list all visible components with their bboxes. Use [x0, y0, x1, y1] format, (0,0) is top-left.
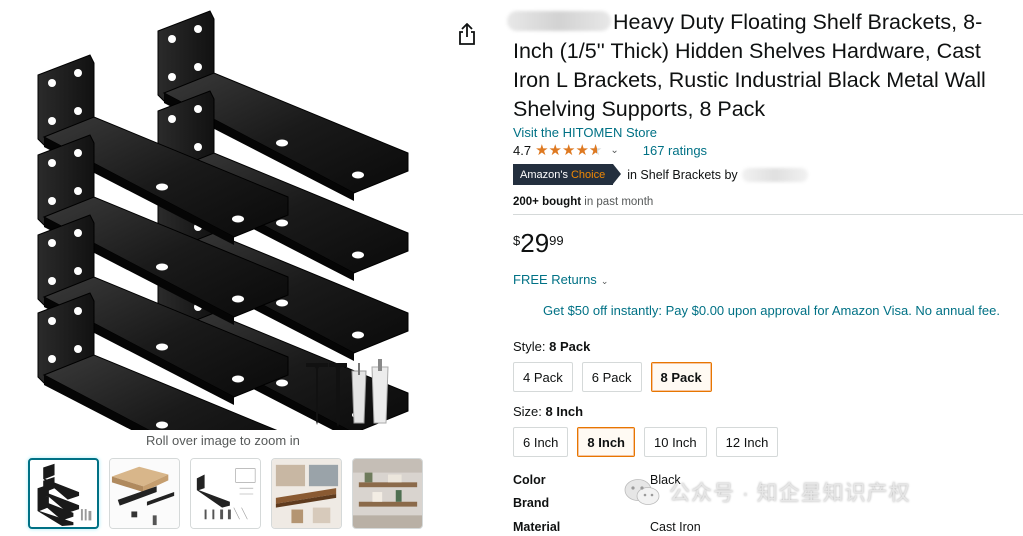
thumbnail-image	[353, 459, 422, 528]
style-label: Style: 8 Pack	[513, 339, 590, 354]
style-option-8-pack[interactable]: 8 Pack	[650, 362, 712, 392]
style-options: 4 Pack 6 Pack 8 Pack	[513, 362, 712, 392]
rating-value: 4.7	[513, 143, 532, 158]
bought-in-past-month: 200+ bought in past month	[513, 196, 653, 208]
ratings-count-link[interactable]: 167 ratings	[643, 143, 707, 158]
thumbnail-image	[191, 459, 260, 528]
size-option-6-inch[interactable]: 6 Inch	[513, 427, 569, 457]
spec-value: Cast Iron	[650, 519, 701, 534]
rating-row: 4.7 ★ ★ ★ ★ ★ ⌄ 167 ratings	[513, 143, 707, 158]
thumbnail-image	[37, 463, 92, 527]
bought-period: in past month	[581, 196, 654, 208]
zoom-hint: Roll over image to zoom in	[146, 433, 300, 448]
amazons-choice-badge: Amazon's Choice	[513, 164, 622, 185]
size-option-12-inch[interactable]: 12 Inch	[715, 427, 779, 457]
free-returns-label: FREE Returns	[513, 272, 597, 287]
thumbnail-room-scene[interactable]	[352, 458, 423, 529]
price: $ 29 99	[513, 228, 564, 258]
star-icon: ★	[535, 142, 549, 159]
star-icon: ★	[548, 142, 562, 159]
brand-name-redacted	[741, 167, 808, 182]
size-option-8-inch[interactable]: 8 Inch	[577, 427, 635, 457]
price-fraction: 99	[549, 233, 564, 248]
price-whole: 29	[520, 228, 550, 258]
half-star-icon: ★	[589, 143, 602, 158]
badge-row: Amazon's Choice in Shelf Brackets by	[513, 164, 808, 185]
star-icon: ★	[561, 142, 576, 159]
star-icon: ★	[575, 142, 589, 159]
thumbnail-brackets-stack[interactable]	[28, 458, 99, 529]
watermark-text: 公众号 · 知企星知识产权	[669, 482, 911, 505]
thumbnail-shelf-scene[interactable]	[271, 458, 342, 529]
badge-label-accent: Choice	[570, 168, 606, 181]
size-label-text: Size:	[513, 404, 546, 419]
style-label-text: Style:	[513, 339, 550, 354]
badge-label: Amazon's	[520, 168, 568, 181]
spec-row-material: Material Cast Iron	[513, 515, 701, 536]
chevron-down-icon: ⌄	[600, 276, 609, 286]
style-selected-value: 8 Pack	[549, 339, 591, 354]
price-symbol: $	[513, 233, 521, 248]
thumbnail-strip	[28, 458, 423, 529]
watermark: 公众号 · 知企星知识产权	[623, 477, 911, 507]
size-option-10-inch[interactable]: 10 Inch	[644, 427, 707, 457]
store-link[interactable]: Visit the HITOMEN Store	[513, 125, 657, 140]
size-label: Size: 8 Inch	[513, 404, 583, 419]
visa-promo-link[interactable]: Get $50 off instantly: Pay $0.00 upon ap…	[543, 303, 1000, 318]
size-selected-value: 8 Inch	[545, 404, 584, 419]
star-rating[interactable]: ★ ★ ★ ★ ★	[535, 143, 602, 158]
spec-key: Material	[513, 519, 561, 534]
size-options: 6 Inch 8 Inch 10 Inch 12 Inch	[513, 427, 779, 457]
free-returns-link[interactable]: FREE Returns ⌄	[513, 272, 608, 287]
thumbnail-image	[272, 459, 341, 528]
chevron-down-icon[interactable]: ⌄	[610, 145, 618, 156]
badge-category-text: in Shelf Brackets by	[627, 167, 738, 182]
brackets-illustration	[37, 10, 409, 484]
divider	[513, 214, 1023, 215]
thumbnail-box-and-shelf[interactable]	[109, 458, 180, 529]
share-icon[interactable]	[456, 22, 478, 46]
main-product-image[interactable]	[30, 5, 430, 484]
thumbnail-installation-diagram[interactable]	[190, 458, 261, 529]
wechat-icon	[624, 479, 660, 505]
style-option-4-pack[interactable]: 4 Pack	[513, 362, 573, 392]
thumbnail-image	[110, 459, 179, 528]
bought-count: 200+ bought	[513, 196, 582, 208]
style-option-6-pack[interactable]: 6 Pack	[581, 362, 642, 392]
product-title: Heavy Duty Floating Shelf Brackets, 8-In…	[513, 10, 986, 121]
